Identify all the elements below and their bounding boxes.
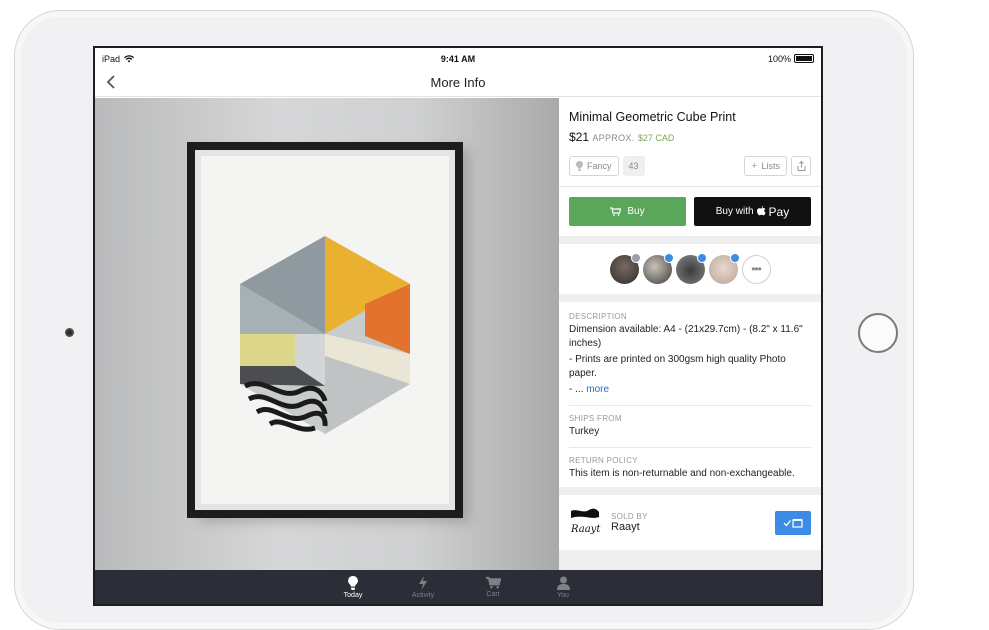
tab-activity[interactable]: Activity bbox=[403, 570, 443, 604]
bulb-icon bbox=[348, 575, 358, 590]
plus-icon: + bbox=[751, 160, 758, 172]
tab-cart[interactable]: Cart bbox=[473, 570, 513, 604]
fancy-count: 43 bbox=[622, 156, 645, 176]
check-store-icon bbox=[783, 518, 803, 528]
price-line: $21 APPROX. $27 CAD bbox=[559, 128, 821, 154]
details-section: DESCRIPTION Dimension available: A4 - (2… bbox=[559, 302, 821, 487]
description-line: Dimension available: A4 - (21x29.7cm) - … bbox=[569, 324, 803, 349]
seller-logo: Raayt bbox=[569, 507, 601, 538]
share-button[interactable] bbox=[791, 156, 811, 176]
cart-icon bbox=[485, 576, 501, 589]
product-image[interactable] bbox=[95, 98, 559, 570]
status-bar: iPad 9:41 AM 100% bbox=[95, 48, 821, 69]
apple-pay-suffix: Pay bbox=[768, 204, 790, 219]
seller-row[interactable]: Raayt SOLD BY Raayt bbox=[559, 495, 821, 550]
person-icon bbox=[556, 576, 570, 590]
description-line: - Prints are printed on 300gsm high qual… bbox=[569, 354, 786, 379]
ships-from-label: SHIPS FROM bbox=[569, 414, 622, 423]
tab-label: Today bbox=[343, 591, 363, 599]
picture-frame bbox=[187, 142, 463, 518]
follow-store-button[interactable] bbox=[775, 510, 811, 535]
price-cad: $27 CAD bbox=[637, 133, 675, 143]
description-ellipsis: - ... bbox=[569, 384, 584, 395]
return-policy-label: RETURN POLICY bbox=[569, 456, 638, 465]
fancied-by-avatars: ••• bbox=[559, 244, 821, 294]
clock: 9:41 AM bbox=[440, 53, 476, 64]
approx-label: APPROX. bbox=[592, 133, 635, 143]
apple-pay-prefix: Buy with bbox=[715, 206, 754, 217]
description-label: DESCRIPTION bbox=[569, 312, 627, 321]
chevron-left-icon bbox=[106, 75, 115, 89]
tab-label: Cart bbox=[486, 591, 500, 598]
lists-label: Lists bbox=[761, 161, 780, 171]
back-button[interactable] bbox=[103, 73, 117, 91]
tab-today[interactable]: Today bbox=[333, 570, 373, 604]
more-link[interactable]: more bbox=[586, 384, 609, 395]
sold-by-label: SOLD BY bbox=[611, 512, 648, 521]
battery-icon bbox=[794, 54, 814, 63]
fancy-label: Fancy bbox=[587, 161, 612, 171]
avatar[interactable] bbox=[642, 252, 674, 284]
lists-button[interactable]: + Lists bbox=[744, 156, 787, 176]
apple-pay-button[interactable]: Buy with Pay bbox=[694, 197, 811, 226]
cart-icon bbox=[610, 207, 622, 216]
battery-percent: 100% bbox=[767, 53, 791, 64]
product-title: Minimal Geometric Cube Print bbox=[569, 110, 736, 124]
ships-from-value: Turkey bbox=[569, 426, 600, 437]
tab-label: You bbox=[557, 591, 569, 599]
avatar[interactable] bbox=[708, 252, 740, 284]
buy-label: Buy bbox=[627, 206, 645, 217]
avatar[interactable] bbox=[675, 252, 707, 284]
avatar[interactable] bbox=[609, 252, 641, 284]
page-title: More Info bbox=[430, 75, 486, 90]
fancy-button[interactable]: Fancy bbox=[569, 156, 619, 176]
camera bbox=[65, 328, 74, 337]
price: $21 bbox=[569, 130, 590, 144]
apple-logo-icon bbox=[756, 206, 766, 216]
tab-label: Activity bbox=[411, 591, 435, 599]
nav-bar: More Info bbox=[95, 69, 821, 97]
bulb-icon bbox=[576, 161, 583, 171]
screen: iPad 9:41 AM 100% More Info Minimal Geom… bbox=[93, 46, 823, 606]
tab-you[interactable]: You bbox=[543, 570, 583, 604]
geometric-hexagon-art bbox=[240, 236, 410, 434]
detail-panel: Minimal Geometric Cube Print $21 APPROX.… bbox=[559, 98, 821, 570]
tab-bar: Today Activity Cart You bbox=[95, 570, 821, 604]
lightning-icon bbox=[419, 575, 427, 590]
share-icon bbox=[797, 161, 805, 171]
return-policy-value: This item is non-returnable and non-exch… bbox=[569, 468, 795, 479]
home-button[interactable] bbox=[858, 313, 898, 353]
buy-button[interactable]: Buy bbox=[569, 197, 686, 226]
seller-name: Raayt bbox=[611, 521, 640, 533]
more-avatars-button[interactable]: ••• bbox=[741, 254, 771, 284]
svg-text:Raayt: Raayt bbox=[570, 524, 601, 535]
